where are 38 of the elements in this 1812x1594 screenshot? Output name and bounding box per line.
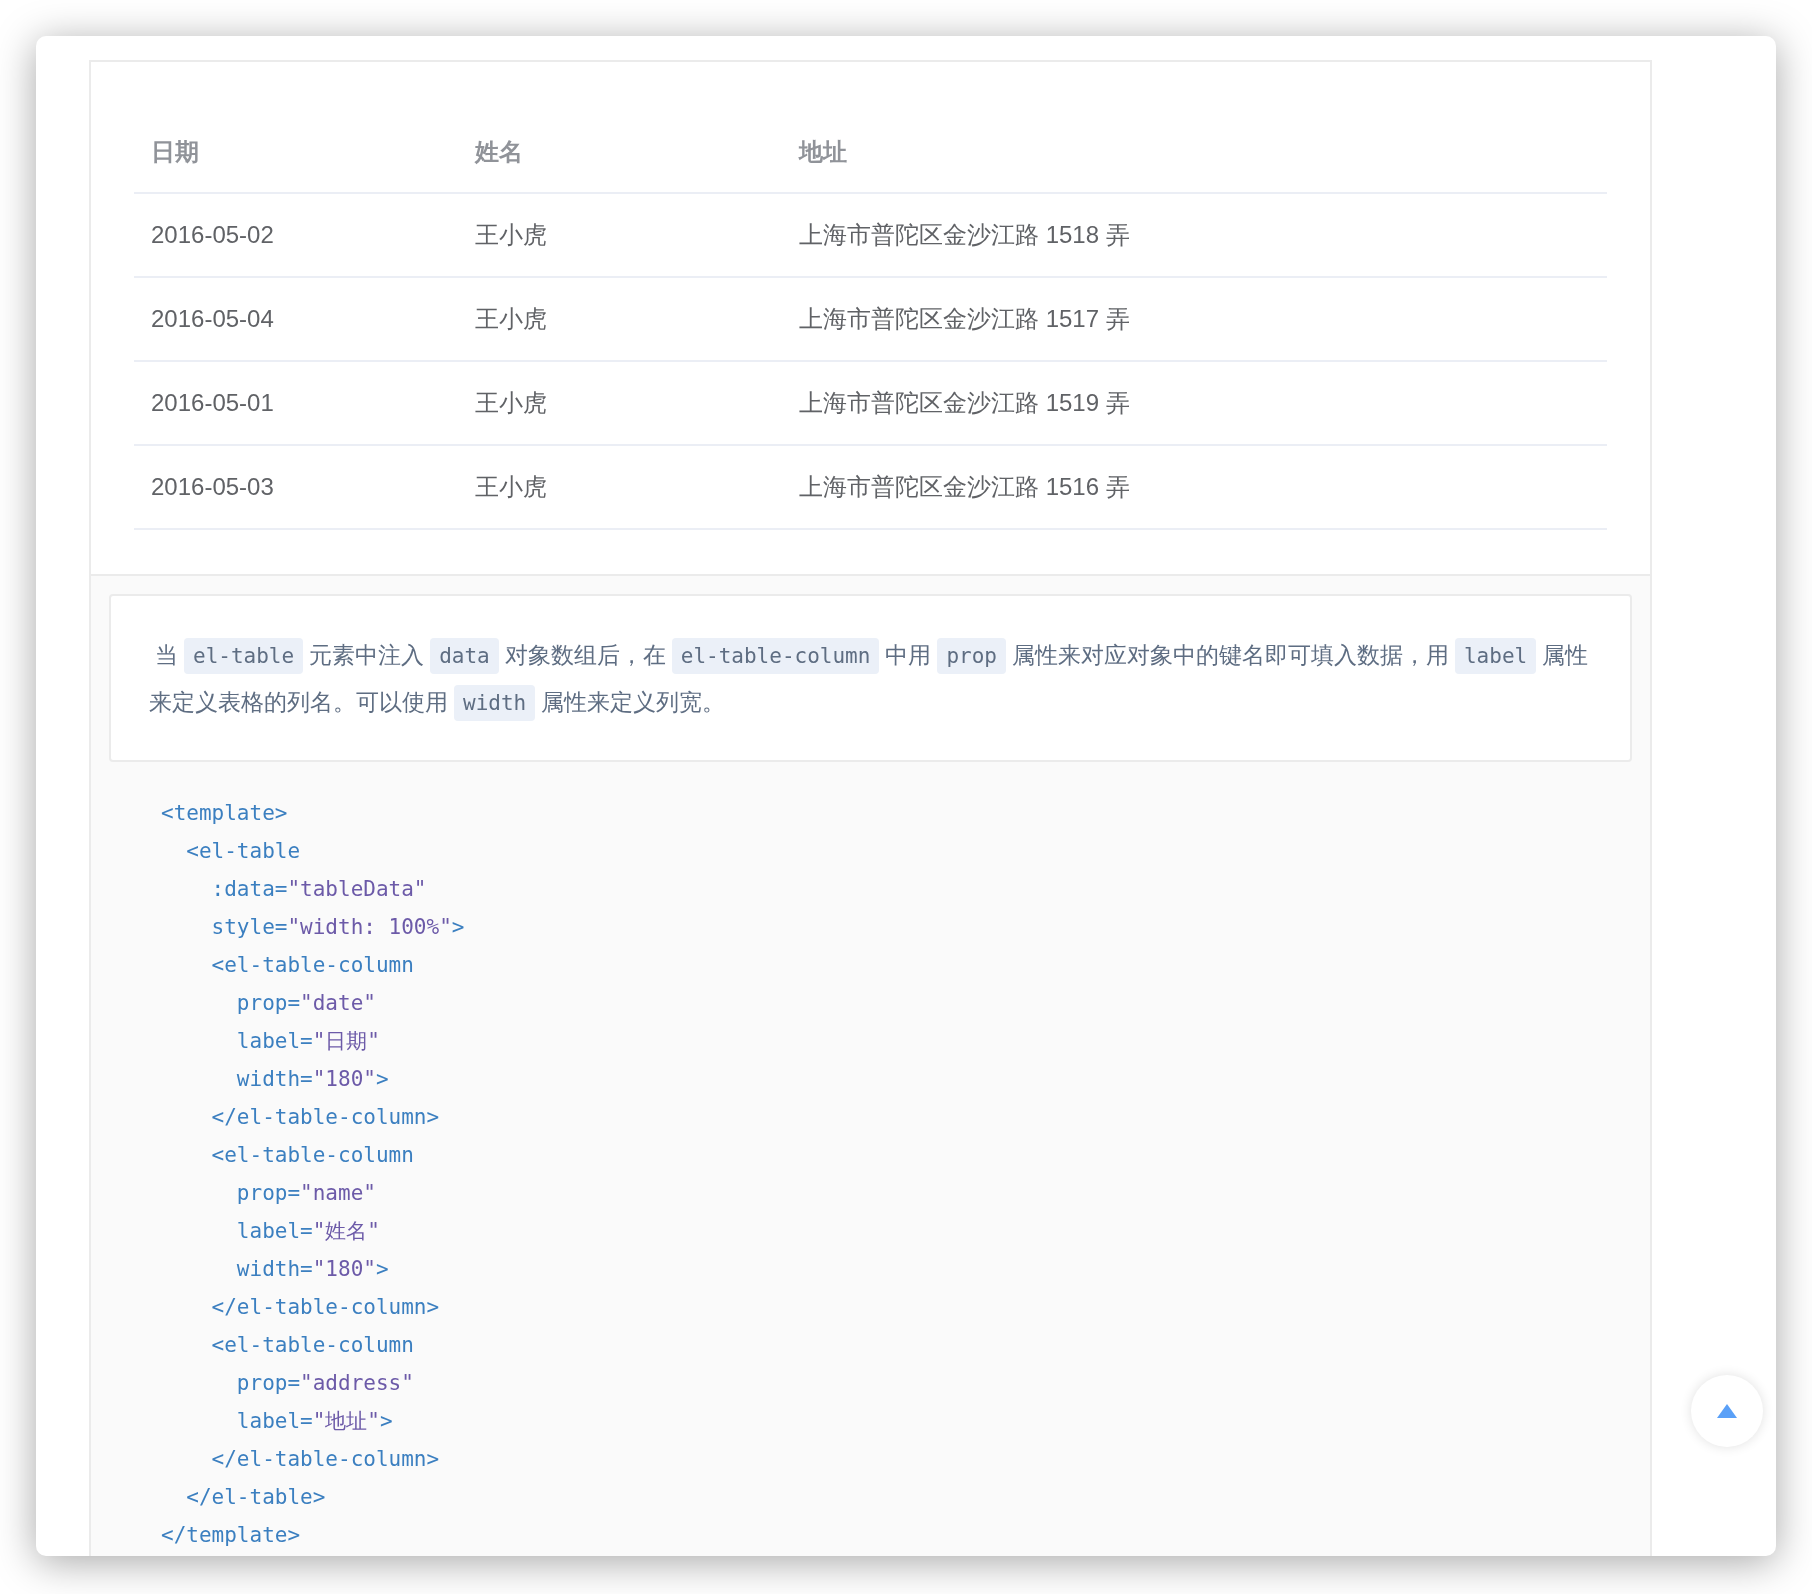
column-header: 姓名 xyxy=(473,137,524,167)
table-cell-text: 王小虎 xyxy=(474,388,548,418)
description-text: 当 el-table 元素中注入 data 对象数组后，在 el-table-column 中用 prop 属性来对应对象中的键名即可填入数据，用 label 属性来定义表格的列名。可以使用 width 属性来定义列宽。 xyxy=(109,594,1632,762)
code-line: label="日期" xyxy=(235,1028,381,1055)
code-line: <template> xyxy=(161,800,289,827)
code-line: label="姓名" xyxy=(235,1218,381,1245)
code-line: prop="date" xyxy=(235,990,377,1017)
table-cell-text: 2016-05-01 xyxy=(150,389,275,417)
code-line: </el-table> xyxy=(185,1484,327,1511)
code-line: <el-table-column xyxy=(210,1142,415,1169)
code-line: width="180"> xyxy=(235,1256,390,1283)
code-line: </el-table-column> xyxy=(210,1104,441,1131)
table-cell-text: 上海市普陀区金沙江路 1516 弄 xyxy=(798,472,1131,502)
code-line: prop="name" xyxy=(235,1180,377,1207)
code-line: :data="tableData" xyxy=(210,876,428,903)
column-header: 日期 xyxy=(150,137,200,167)
table-cell-text: 2016-05-04 xyxy=(150,305,275,333)
column-header: 地址 xyxy=(797,137,848,167)
table-cell-text: 上海市普陀区金沙江路 1517 弄 xyxy=(798,304,1131,334)
caret-up-icon xyxy=(1716,1403,1738,1419)
code-line: </el-table-column> xyxy=(210,1446,441,1473)
code-line: prop="address" xyxy=(235,1370,415,1397)
code-line: </template> xyxy=(161,1522,302,1549)
code-line: <el-table-column xyxy=(210,952,415,979)
code-line: <el-table-column xyxy=(210,1332,415,1359)
table-cell-text: 王小虎 xyxy=(474,472,548,502)
table-cell-text: 上海市普陀区金沙江路 1518 弄 xyxy=(798,220,1131,250)
code-line: label="地址"> xyxy=(235,1408,394,1435)
code-line: width="180"> xyxy=(235,1066,390,1093)
back-to-top-button[interactable] xyxy=(1691,1375,1763,1447)
table-cell-text: 上海市普陀区金沙江路 1519 弄 xyxy=(798,388,1131,418)
code-line: style="width: 100%"> xyxy=(210,914,466,941)
table-cell-text: 2016-05-02 xyxy=(150,221,275,249)
table-cell-text: 王小虎 xyxy=(474,220,548,250)
code-line: </el-table-column> xyxy=(210,1294,441,1321)
table-cell-text: 2016-05-03 xyxy=(150,473,275,501)
table-cell-text: 王小虎 xyxy=(474,304,548,334)
code-line: <el-table xyxy=(185,838,302,865)
